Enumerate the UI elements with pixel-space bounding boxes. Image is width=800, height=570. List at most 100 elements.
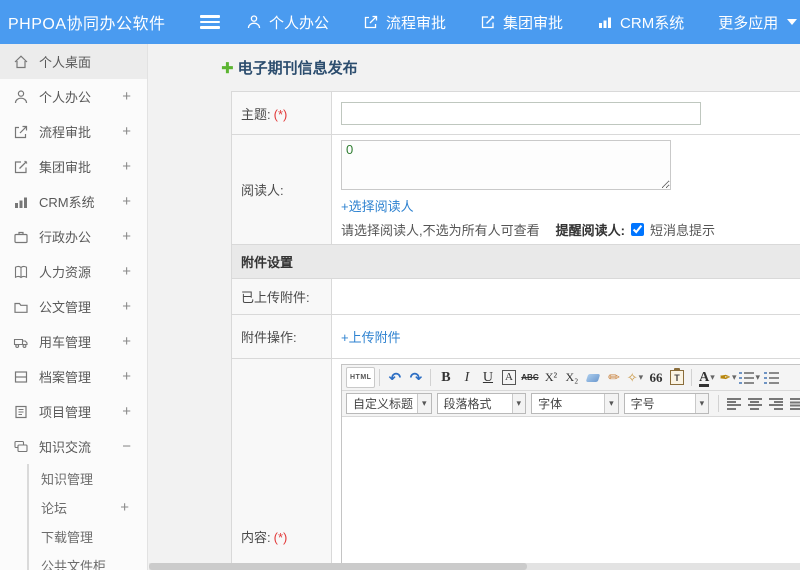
wand-icon: ✧ [626,369,638,385]
editor-toolbar-row1: HTML ↶ ↷ B I U A ABC X² X₂ ✏ ✧ ▾ 66 T A … [342,365,800,391]
sidebar-subitem-downloads[interactable]: 下载管理 [29,522,147,551]
source-code-button[interactable]: HTML [346,367,376,388]
sidebar-subitem-forum[interactable]: 论坛 + [29,493,147,522]
expand-plus-icon[interactable]: + [122,88,131,105]
superscript-button[interactable]: X² [540,367,561,388]
ordered-list-icon [739,371,755,384]
italic-button[interactable]: I [456,367,477,388]
scrollbar-thumb[interactable] [149,563,527,570]
remove-format-button[interactable] [582,367,603,388]
expand-plus-icon[interactable]: + [122,193,131,210]
highlight-color-button[interactable]: ✒ ▾ [717,367,738,388]
nav-personal-office[interactable]: 个人办公 [246,12,329,33]
paste-plain-button[interactable]: T [666,367,687,388]
home-icon [13,54,29,70]
subscript-button[interactable]: X₂ [561,367,582,388]
expand-plus-icon[interactable]: + [122,333,131,350]
sidebar-item-projects[interactable]: 项目管理 + [0,394,147,429]
expand-plus-icon[interactable]: + [122,368,131,385]
align-left-button[interactable] [723,393,744,414]
editor-content-area[interactable] [342,417,800,570]
align-center-button[interactable] [744,393,765,414]
font-color-button[interactable]: A ▾ [696,367,717,388]
sidebar-subitem-public-cabinet[interactable]: 公共文件柜 [29,551,147,570]
collapse-minus-icon[interactable]: − [122,438,131,455]
nav-label: 流程审批 [386,14,447,32]
subject-row: 主题: (*) [231,91,800,135]
expand-plus-icon[interactable]: + [122,263,131,280]
content-row: 内容: (*) HTML ↶ ↷ B I U A ABC X² X₂ ✏ ✧ ▾… [231,358,800,570]
horizontal-scrollbar[interactable] [149,563,800,570]
sidebar-item-crm[interactable]: CRM系统 + [0,184,147,219]
select-readers-link[interactable]: +选择阅读人 [341,196,414,215]
sidebar-item-group-approval[interactable]: 集团审批 + [0,149,147,184]
ordered-list-button[interactable]: ▾ [738,367,761,388]
underline-button[interactable]: U [477,367,498,388]
menu-icon[interactable] [200,15,220,29]
sidebar-item-documents[interactable]: 公文管理 + [0,289,147,324]
format-brush-icon[interactable]: ✏ [603,367,624,388]
chart-icon [13,194,29,210]
font-size-select[interactable]: 字号 ▾ [623,393,710,414]
sidebar-item-label: 流程审批 [39,125,92,140]
heading-select[interactable]: 自定义标题 ▾ [346,393,432,414]
app-title: PHPOA协同办公软件 [8,16,166,33]
sidebar-item-archives[interactable]: 档案管理 + [0,359,147,394]
subject-input[interactable] [341,101,701,125]
nav-label: 更多应用 [718,14,779,32]
sidebar-item-workflow[interactable]: 流程审批 + [0,114,147,149]
chart-icon [597,14,613,30]
align-left-icon [726,397,741,410]
sidebar-item-label: 个人办公 [39,90,92,105]
uploaded-attachments-label: 已上传附件: [231,278,332,315]
page-title: ✚ 电子期刊信息发布 [221,57,800,78]
expand-plus-icon[interactable]: + [122,158,131,175]
paragraph-format-select[interactable]: 段落格式 ▾ [436,393,527,414]
nav-crm[interactable]: CRM系统 [597,12,684,33]
document-icon [13,404,29,420]
align-right-button[interactable] [765,393,786,414]
required-mark: (*) [273,529,288,545]
nav-group-approval[interactable]: 集团审批 [480,12,563,33]
upload-attachment-link[interactable]: +上传附件 [341,330,401,345]
required-mark: (*) [273,106,288,122]
justify-button[interactable] [786,393,800,414]
sidebar-subitem-knowledge-mgmt[interactable]: 知识管理 [29,464,147,493]
workflow-icon [363,14,379,30]
nav-more-apps[interactable]: 更多应用 [718,12,798,33]
expand-plus-icon[interactable]: + [122,123,131,140]
expand-plus-icon[interactable]: + [122,403,131,420]
edit-icon [480,14,496,30]
caret-down-icon: ▾ [755,372,760,382]
font-family-select[interactable]: 字体 ▾ [531,393,619,414]
font-name-button[interactable]: A [501,370,516,385]
unordered-list-button[interactable] [761,367,782,388]
strikethrough-button[interactable]: ABC [519,367,540,388]
attachment-section-title: 附件设置 [231,244,800,279]
sidebar-item-knowledge[interactable]: 知识交流 − [0,429,147,464]
folder-icon [13,299,29,315]
sms-notify-checkbox[interactable] [630,223,644,236]
sidebar-item-vehicles[interactable]: 用车管理 + [0,324,147,359]
sidebar-subitem-label: 下载管理 [41,530,94,545]
sidebar-item-personal-office[interactable]: 个人办公 + [0,79,147,114]
blockquote-button[interactable]: 66 [645,367,666,388]
sidebar-item-admin-office[interactable]: 行政办公 + [0,219,147,254]
readers-textarea[interactable]: 0 [341,140,671,190]
content-label: 内容: (*) [231,358,332,570]
sidebar-item-hr[interactable]: 人力资源 + [0,254,147,289]
sidebar-item-desktop[interactable]: 个人桌面 [0,44,147,79]
quick-format-button[interactable]: ✧ ▾ [624,367,645,388]
nav-workflow-approval[interactable]: 流程审批 [363,12,446,33]
expand-plus-icon[interactable]: + [120,499,129,516]
nav-label: 集团审批 [503,14,564,32]
undo-icon[interactable]: ↶ [384,367,405,388]
readers-hint-line: 请选择阅读人,不选为所有人可查看 提醒阅读人: 短消息提示 [341,220,800,239]
expand-plus-icon[interactable]: + [122,298,131,315]
expand-plus-icon[interactable]: + [122,228,131,245]
bold-button[interactable]: B [435,367,456,388]
add-icon: ✚ [221,59,234,77]
top-nav: 个人办公 流程审批 集团审批 CRM系统 更多应用 [246,12,798,33]
redo-icon[interactable]: ↷ [405,367,426,388]
caret-down-icon: ▾ [694,394,709,413]
